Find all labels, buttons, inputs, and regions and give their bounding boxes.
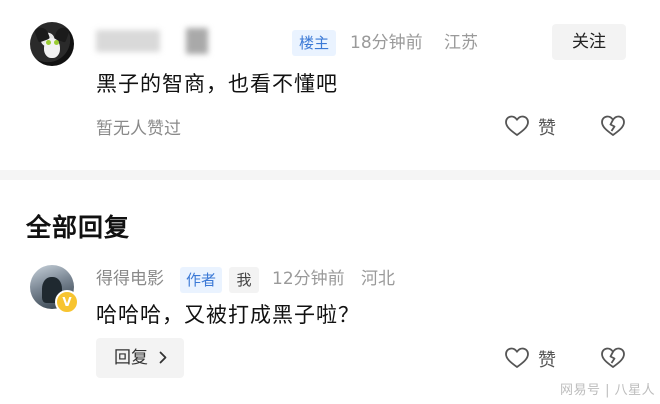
no-likes-text: 暂无人赞过: [96, 119, 181, 139]
watermark: 网易号 | 八星人: [560, 383, 656, 398]
heart-outline-icon[interactable]: [504, 114, 530, 138]
op-badge: 楼主: [292, 30, 336, 56]
section-title: 全部回复: [26, 213, 131, 242]
heart-outline-icon[interactable]: [504, 346, 530, 370]
follow-button[interactable]: 关注: [552, 24, 626, 60]
like-label[interactable]: 赞: [538, 346, 556, 372]
commenter-name-redacted-2: [186, 28, 208, 54]
reply-time: 12分钟前: [272, 269, 345, 289]
chevron-right-icon: [160, 351, 167, 364]
reply-button[interactable]: 回复: [96, 338, 184, 378]
reply-author-name[interactable]: 得得电影: [96, 266, 164, 292]
comment-location: 江苏: [444, 33, 478, 53]
avatar-eye: [46, 40, 51, 45]
reply-button-label: 回复: [114, 348, 148, 368]
verified-badge-icon: V: [55, 290, 79, 314]
commenter-avatar[interactable]: [30, 22, 74, 66]
avatar-eye: [54, 40, 59, 45]
like-label[interactable]: 赞: [538, 114, 556, 140]
broken-heart-icon[interactable]: [600, 346, 626, 370]
broken-heart-icon[interactable]: [600, 114, 626, 138]
commenter-name-redacted: [96, 30, 160, 52]
me-badge: 我: [229, 267, 259, 293]
comment-text: 黑子的智商，也看不懂吧: [96, 72, 338, 96]
reply-text: 哈哈哈，又被打成黑子啦？: [96, 303, 360, 327]
author-badge: 作者: [180, 267, 222, 293]
section-divider: [0, 170, 660, 180]
reply-location: 河北: [361, 269, 395, 289]
comment-time: 18分钟前: [350, 33, 423, 53]
